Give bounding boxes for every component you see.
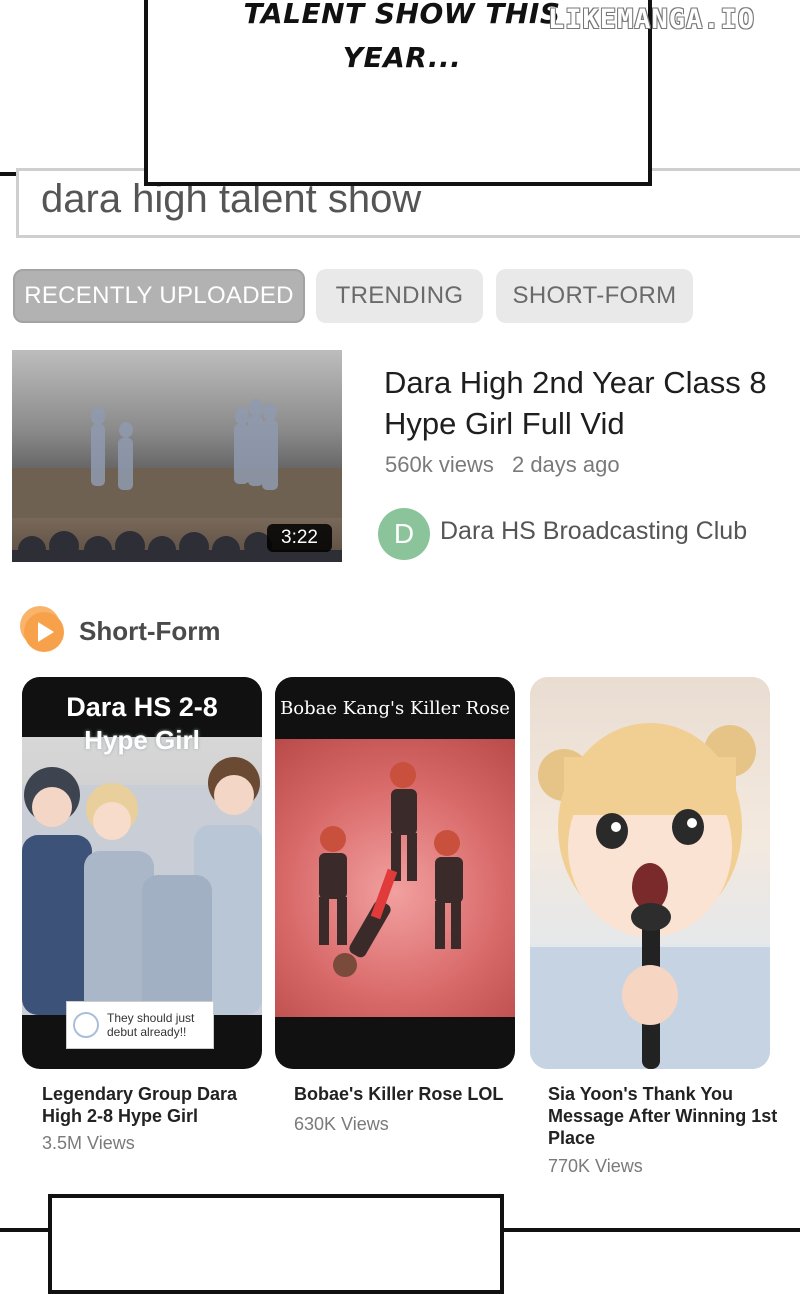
tab-trending[interactable]: TRENDING — [316, 269, 483, 323]
video-meta: 560k views 2 days ago — [385, 452, 632, 478]
card-caption[interactable]: Bobae's Killer Rose LOL — [294, 1083, 514, 1105]
short-card-1[interactable]: Dara HS 2-8 Hype Girl They should just d… — [22, 677, 262, 1069]
channel-name[interactable]: Dara HS Broadcasting Club — [440, 517, 747, 546]
card-thumbnail — [22, 725, 262, 1015]
video-duration: 3:22 — [267, 524, 332, 552]
card-views: 3.5M Views — [42, 1133, 135, 1153]
tab-recently-uploaded[interactable]: RECENTLY UPLOADED — [13, 269, 305, 323]
video-age: 2 days ago — [511, 452, 620, 477]
card-subheader: Hype Girl — [84, 725, 200, 755]
card-caption[interactable]: Sia Yoon's Thank You Message After Winni… — [548, 1083, 788, 1149]
short-card-2[interactable]: Bobae Kang's Killer Rose — [275, 677, 515, 1069]
video-title[interactable]: Dara High 2nd Year Class 8 Hype Girl Ful… — [384, 362, 784, 444]
speech-box — [48, 1194, 504, 1294]
card-caption[interactable]: Legendary Group Dara High 2-8 Hype Girl — [42, 1083, 262, 1127]
tab-short-form[interactable]: SHORT-FORM — [496, 269, 693, 323]
channel-avatar[interactable]: D — [378, 508, 430, 560]
play-circle-icon — [20, 606, 64, 652]
comment-text: They should just debut already!! — [107, 1011, 195, 1039]
card-thumbnail — [275, 739, 515, 1017]
short-form-heading: Short-Form — [79, 616, 221, 646]
card-thumbnail — [530, 677, 770, 1069]
short-card-3[interactable] — [530, 677, 770, 1069]
group-illustration — [22, 757, 262, 1015]
singer-illustration — [530, 723, 770, 1069]
video-thumbnail[interactable]: 3:22 — [12, 350, 342, 562]
video-views: 560k views — [385, 452, 494, 477]
watermark: LIKEMANGA.IO — [548, 4, 756, 35]
stage-scene-illustration — [319, 762, 463, 977]
comment-bubble: They should just debut already!! — [66, 1001, 214, 1049]
user-avatar-icon — [73, 1012, 99, 1038]
card-views: 630K Views — [294, 1114, 389, 1134]
panel-border-line — [502, 1228, 800, 1232]
card-header: Bobae Kang's Killer Rose — [275, 677, 515, 739]
card-views: 770K Views — [548, 1156, 643, 1176]
panel-border-line — [0, 1228, 50, 1232]
